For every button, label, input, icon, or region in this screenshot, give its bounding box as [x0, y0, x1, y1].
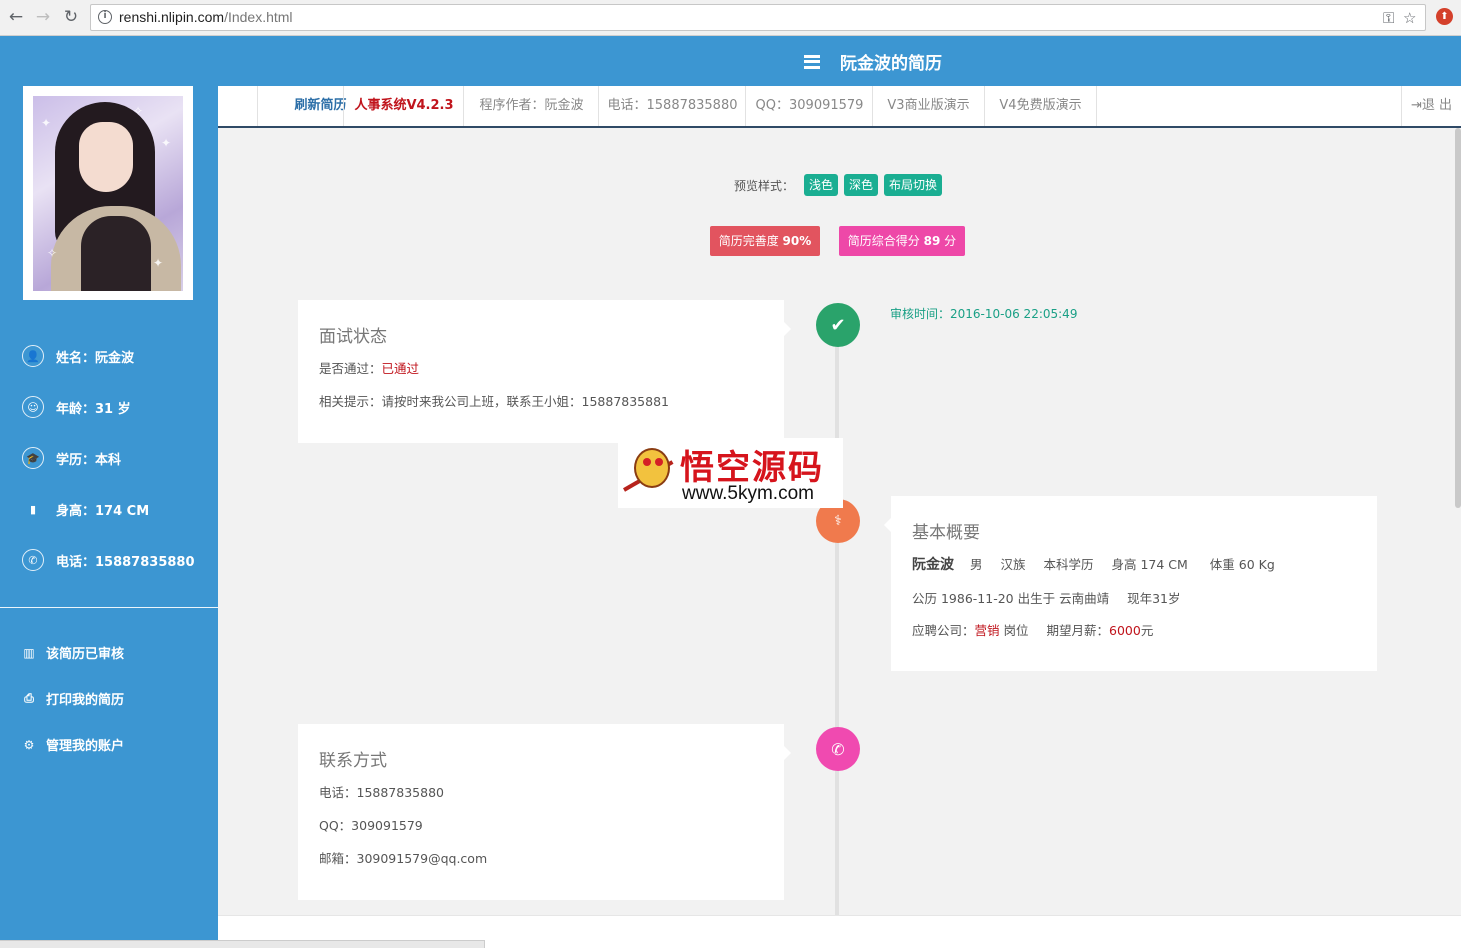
overall-score-badge: 简历综合得分 89 分 — [839, 226, 965, 256]
print-icon: ⎙ — [24, 691, 34, 705]
menu-icon[interactable] — [804, 54, 820, 69]
style-light-button[interactable]: 浅色 — [804, 174, 839, 196]
interview-title: 面试状态 — [319, 327, 387, 347]
interview-card: 面试状态 是否通过：已通过 相关提示：请按时来我公司上班，联系王小姐：15887… — [298, 300, 791, 443]
address-bar[interactable]: i renshi.nlipin.com/Index.html ⚿ ☆ — [90, 4, 1426, 31]
sidebar-link-print[interactable]: ⎙ 打印我的简历 — [22, 689, 124, 708]
browser-toolbar: ← → ↻ i renshi.nlipin.com/Index.html ⚿ ☆… — [0, 0, 1461, 36]
timeline-line — [835, 340, 839, 915]
reload-icon[interactable]: ↻ — [60, 6, 82, 28]
audit-time: 审核时间：2016-10-06 22:05:49 — [890, 307, 1078, 321]
scrollbar[interactable] — [1455, 128, 1461, 508]
check-icon: ✔ — [816, 303, 860, 347]
overview-apply: 应聘公司：营销 岗位 期望月薪：6000元 — [912, 623, 1154, 638]
style-dark-button[interactable]: 深色 — [844, 174, 879, 196]
overview-card: 基本概要 阮金波 男 汉族 本科学历 身高 174 CM 体重 60 Kg 公历… — [884, 496, 1377, 671]
page-title: 阮金波的简历 — [840, 54, 942, 74]
contact-email: 邮箱：309091579@qq.com — [319, 851, 488, 866]
sidebar-link-reviewed[interactable]: ▥ 该简历已审核 — [22, 643, 124, 663]
contact-phone: 电话：15887835880 — [319, 785, 444, 800]
watermark-url-text: www.5kym.com — [682, 483, 814, 504]
logout-button[interactable]: ⇥退 出 — [1401, 86, 1461, 126]
baby-face-icon: ☺ — [22, 396, 44, 418]
overview-birth: 公历 1986-11-20 出生于 云南曲靖 现年31岁 — [912, 591, 1181, 606]
watermark-logo: 悟空源码 www.5kym.com — [618, 438, 843, 508]
preview-style-row: 预览样式： 浅色 深色 布局切换 — [734, 174, 943, 196]
bookmark-star-icon[interactable]: ☆ — [1403, 9, 1416, 27]
sidebar-education: 🎓 学历：本科 — [22, 446, 121, 470]
avatar-frame: ✦ ✦ ✦ ✧ ✧ — [23, 86, 193, 300]
sidebar-phone: ✆ 电话：15887835880 — [22, 548, 195, 572]
address-url[interactable]: renshi.nlipin.com/Index.html — [119, 9, 293, 25]
sidebar-name: 👤 姓名：阮金波 — [22, 344, 134, 368]
sidebar-divider — [0, 607, 218, 608]
tab-v4-demo[interactable]: V4免费版演示 — [984, 86, 1097, 126]
back-arrow-icon[interactable]: ← — [5, 6, 27, 28]
sidebar-age: ☺ 年龄：31 岁 — [22, 395, 131, 419]
tab-phone[interactable]: 电话：15887835880 — [598, 86, 746, 126]
height-ruler-icon: ▮ — [29, 502, 37, 516]
forward-arrow-icon[interactable]: → — [32, 6, 54, 28]
completeness-badge: 简历完善度 90% — [710, 226, 820, 256]
tab-system-version[interactable]: 人事系统V4.2.3 — [343, 86, 464, 126]
site-info-icon[interactable]: i — [98, 10, 112, 24]
sidebar: ✦ ✦ ✦ ✧ ✧ 👤 姓名：阮金波 ☺ 年龄：31 岁 🎓 学历：本科 ▮ 身… — [0, 86, 218, 948]
page-header: 阮金波的简历 — [0, 36, 1461, 86]
sidebar-height: ▮ 身高：174 CM — [22, 497, 149, 521]
overview-title: 基本概要 — [912, 523, 980, 543]
phone-icon: ✆ — [22, 549, 44, 571]
user-icon: 👤 — [22, 345, 44, 367]
tab-v3-demo[interactable]: V3商业版演示 — [872, 86, 984, 126]
logout-icon: ⇥ — [1410, 98, 1422, 113]
contact-card: 联系方式 电话：15887835880 QQ：309091579 邮箱：3090… — [298, 724, 791, 900]
monkey-logo-icon — [623, 444, 676, 502]
extension-icon[interactable]: ⬆ — [1436, 8, 1453, 25]
tab-qq[interactable]: QQ：309091579 — [745, 86, 873, 126]
interview-tip: 相关提示：请按时来我公司上班，联系王小姐：15887835881 — [319, 394, 669, 409]
watermark-cn-text: 悟空源码 — [680, 448, 824, 488]
tab-bar: 刷新简历 人事系统V4.2.3 程序作者：阮金波 电话：15887835880 … — [218, 86, 1461, 128]
contact-qq: QQ：309091579 — [319, 818, 423, 833]
sidebar-link-account[interactable]: ⚙ 管理我的账户 — [22, 735, 124, 755]
layout-switch-button[interactable]: 布局切换 — [884, 174, 943, 196]
phone-dot-icon: ✆ — [816, 727, 860, 771]
contact-title: 联系方式 — [319, 751, 387, 771]
interview-pass: 是否通过：已通过 — [319, 361, 420, 376]
key-icon[interactable]: ⚿ — [1383, 9, 1394, 27]
overview-basic: 阮金波 男 汉族 本科学历 身高 174 CM 体重 60 Kg — [912, 557, 1275, 573]
gear-icon: ⚙ — [23, 737, 35, 752]
tab-author[interactable]: 程序作者：阮金波 — [463, 86, 599, 126]
graduation-cap-icon: 🎓 — [22, 447, 44, 469]
avatar-photo: ✦ ✦ ✦ ✧ ✧ — [33, 96, 183, 291]
status-bubble — [0, 940, 485, 948]
columns-icon: ▥ — [23, 645, 35, 660]
